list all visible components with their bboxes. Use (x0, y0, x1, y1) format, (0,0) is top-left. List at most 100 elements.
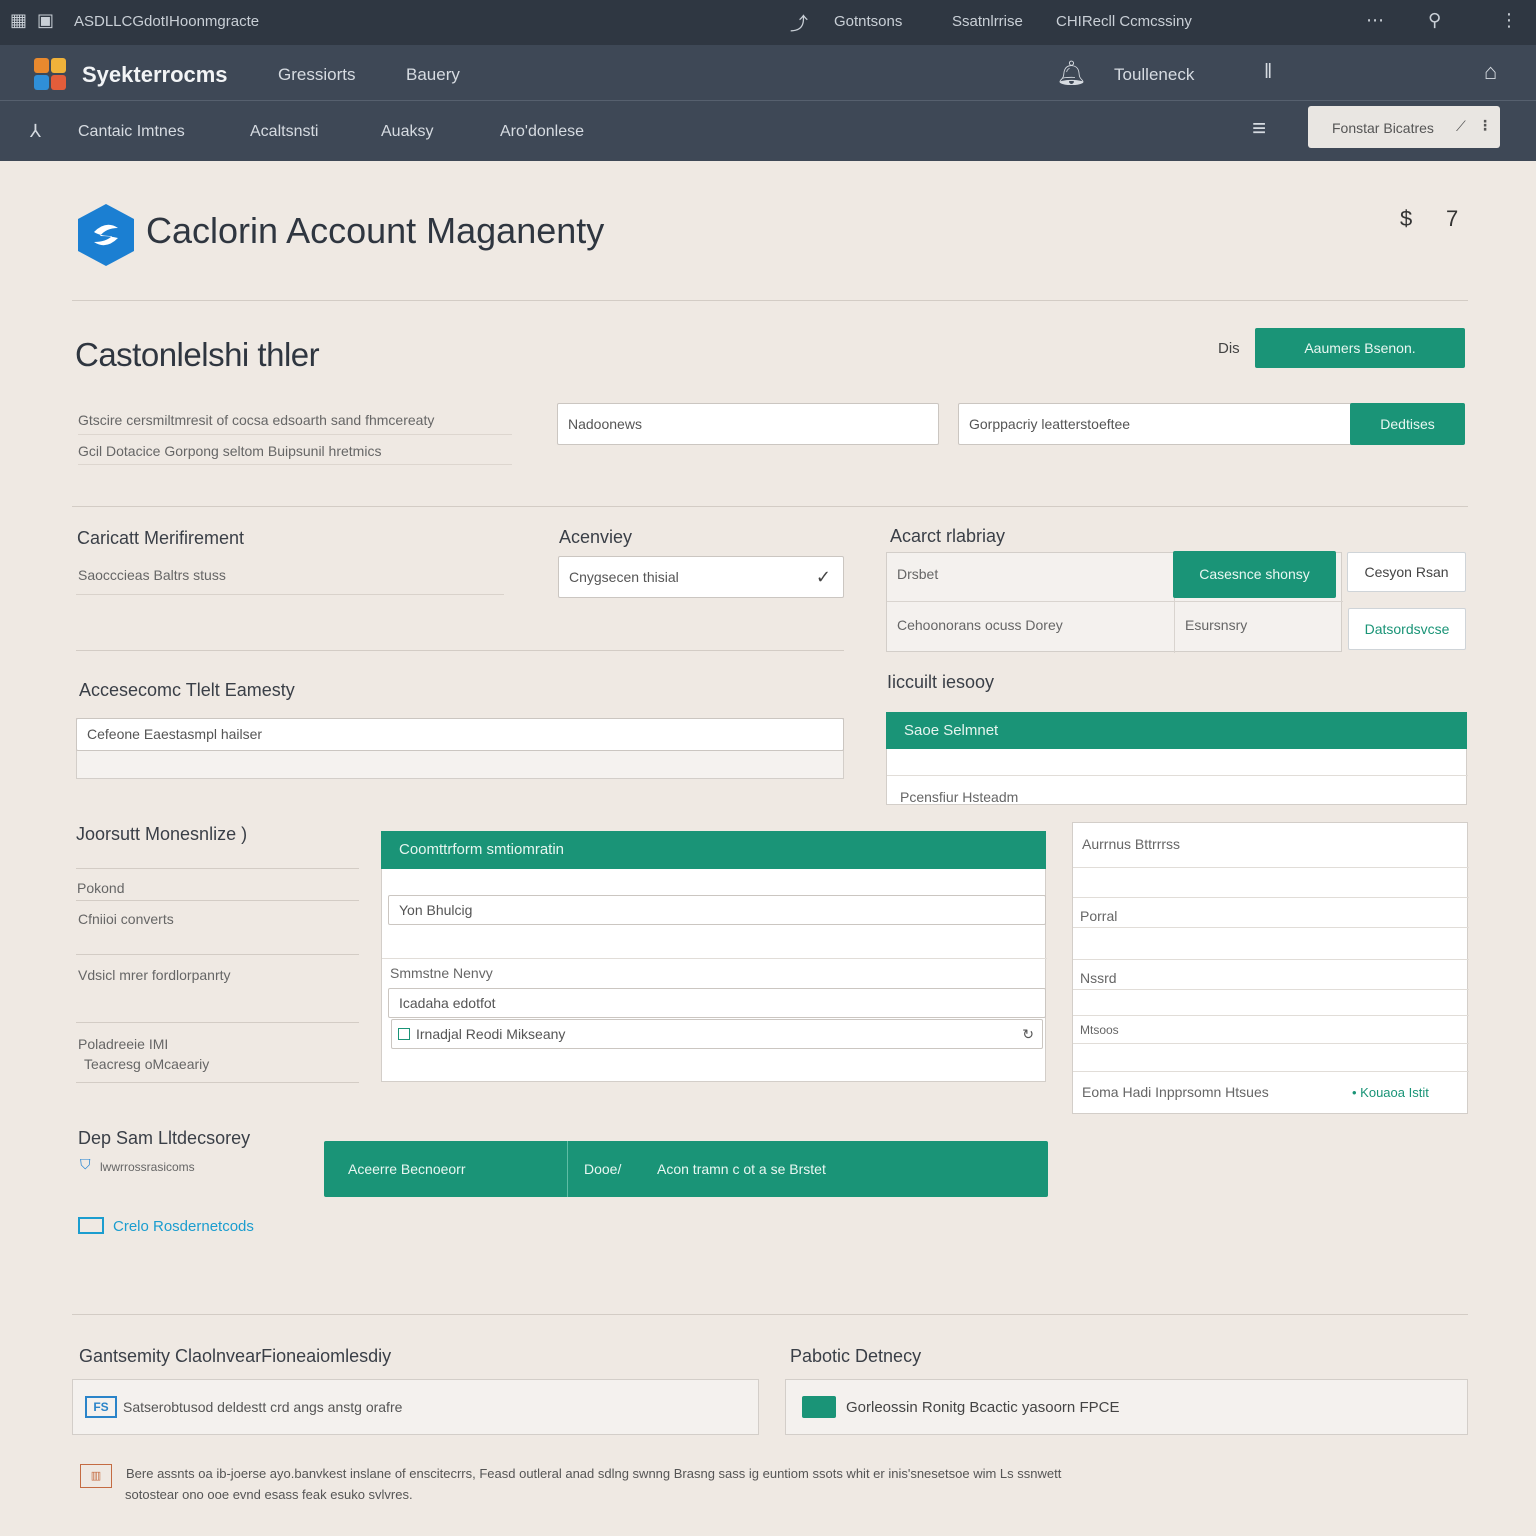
divider (76, 1082, 359, 1083)
notify-label[interactable]: Toulleneck (1114, 65, 1194, 85)
section3-right-head[interactable]: Saoe Selmnet (886, 712, 1467, 749)
dis-label: Dis (1218, 340, 1240, 357)
checkbox-icon[interactable] (398, 1028, 410, 1040)
more-vertical-icon[interactable]: ⋮ (1500, 10, 1518, 31)
kebab-icon[interactable]: ⋮ (1478, 117, 1492, 134)
table-cell-r1c3[interactable]: Cesyon Rsan (1347, 552, 1466, 592)
action-bar-right[interactable]: Acon tramn c ot a se Brstet (657, 1161, 826, 1177)
lock-icon[interactable]: ⌂ (1484, 59, 1497, 85)
section3-right-title: Iiccuilt iesooy (887, 672, 995, 692)
action-bar: Aceerre Becnoeorr Dooe/ Acon tramn c ot … (324, 1141, 1048, 1197)
chevron-down-icon: ✓ (815, 567, 831, 587)
left-list-item-5[interactable]: Teacresg oMcaeariy (84, 1056, 209, 1072)
share-icon[interactable]: ⤴ (790, 10, 808, 36)
os-title-bar: ▦ ▣ ASDLLCGdotIHoonmgracte ⤴ Gotntsons S… (0, 0, 1536, 45)
top-select[interactable]: Fonstar Bicatres ⟋ ⋮ (1308, 106, 1500, 148)
section5-sub: lwwrrossrasicoms (100, 1160, 195, 1174)
table-cell-r2c2: Esursnsry (1185, 617, 1248, 633)
shield-small-icon: ⛉ (80, 1156, 91, 1172)
divider (72, 300, 1468, 301)
home-icon[interactable]: ⅄ (30, 121, 41, 142)
divider (72, 506, 1468, 507)
section1-desc-2: Gcil Dotacice Gorpong seltom Buipsunil h… (78, 443, 382, 459)
section1-title: Castonlelshi thler (75, 336, 320, 373)
divider (72, 1314, 1468, 1315)
right-info-row-1: Porral (1080, 908, 1118, 924)
center-form-label: Smmstne Nenvy (390, 965, 493, 981)
nav-item-3[interactable]: Auaksy (381, 123, 433, 141)
search-icon[interactable]: ⚲ (1428, 10, 1441, 31)
pin-icon[interactable]: ǁ (1264, 61, 1272, 84)
right-info-footer: Eoma Hadi Inpprsomn Htsues (1082, 1084, 1269, 1100)
page-title: Caclorin Account Maganenty (146, 210, 605, 251)
divider (76, 650, 844, 651)
divider (76, 868, 359, 869)
menu-icon[interactable]: ≡ (1252, 115, 1266, 143)
brand-logo-icon (34, 58, 68, 92)
company-input[interactable]: Gorppacriy leatterstoeftee (958, 403, 1352, 445)
left-list-item-2[interactable]: Cfniioi converts (78, 911, 174, 927)
details-button[interactable]: Dedtises (1350, 403, 1465, 445)
refresh-icon[interactable]: ↻ (1022, 1020, 1034, 1048)
footer-right-box: Gorleossin Ronitg Bcactic yasoorn FPCE (785, 1379, 1468, 1435)
dollar-icon[interactable]: $ (1400, 206, 1412, 232)
footer-right-title: Pabotic Detnecy (790, 1346, 922, 1366)
left-list-item-1[interactable]: Pokond (77, 880, 124, 896)
divider (76, 954, 359, 955)
bell-icon[interactable]: 🔔︎ (1056, 59, 1086, 88)
section3-left-title: Accesecomc Tlelt Eamesty (79, 680, 295, 700)
nav-item-4[interactable]: Aro'donlese (500, 123, 584, 141)
section1-desc-1: Gtscire cersmiltmresit of cocsa edsoarth… (78, 412, 435, 428)
os-menu-item-3[interactable]: CHIRecll Ccmcssiny (1056, 13, 1192, 30)
left-list-item-4[interactable]: Poladreeie IMI (78, 1036, 168, 1052)
footer-left-text: Satserobtusod deldestt crd angs anstg or… (123, 1399, 403, 1415)
nav-item-1[interactable]: Cantaic Imtnes (78, 123, 185, 141)
center-input-2[interactable]: Icadaha edotfot (388, 988, 1046, 1018)
green-badge-icon (802, 1396, 836, 1418)
activity-select-value: Cnygsecen thisial (569, 569, 679, 585)
header-nav-2[interactable]: Bauery (406, 65, 460, 85)
divider (78, 464, 512, 465)
right-info-row-3: Mtsoos (1080, 1023, 1119, 1037)
footer-right-text: Gorleossin Ronitg Bcactic yasoorn FPCE (846, 1399, 1120, 1416)
app-header: Syekterrocms Gressiorts Bauery 🔔︎ Toulle… (0, 45, 1536, 101)
action-bar-left[interactable]: Aceerre Becnoeorr (348, 1161, 466, 1177)
section3-right-row: Pcensfiur Hsteadm (900, 789, 1019, 805)
right-info-head: Aurrnus Bttrrrss (1082, 836, 1181, 852)
section3-left-input[interactable]: Cefeone Eaestasmpl hailser (76, 718, 844, 751)
center-input-1[interactable]: Yon Bhulcig (388, 895, 1046, 925)
center-form-head: Coomttrform smtiomratin (381, 831, 1046, 869)
os-menu-item-1[interactable]: Gotntsons (834, 13, 902, 30)
more-horizontal-icon[interactable]: ⋯ (1366, 10, 1384, 31)
calendar-icon[interactable]: 7 (1446, 206, 1458, 232)
section2-left-sub: Saocccieas Baltrs stuss (78, 567, 226, 583)
footer-note-2: sotostear ono ooe evnd esass feak esuko … (125, 1487, 413, 1502)
right-info-link[interactable]: • Kouaoa Istit (1352, 1085, 1429, 1100)
footer-note-1: Bere assnts oa ib-joerse ayo.banvkest in… (126, 1466, 1062, 1481)
name-input[interactable]: Nadoonews (557, 403, 939, 445)
primary-action-button[interactable]: Aaumers Bsenon. (1255, 328, 1465, 368)
edit-icon: ⟋ (1456, 118, 1466, 134)
nav-item-2[interactable]: Acaltsnsti (250, 123, 318, 141)
section5-title: Dep Sam Lltdecsorey (78, 1128, 251, 1148)
center-input-3[interactable]: Irnadjal Reodi Mikseany ↻ (391, 1019, 1043, 1049)
left-list-item-3[interactable]: Vdsicl mrer fordlorpanrty (78, 967, 231, 983)
os-menu-item-2[interactable]: Ssatnlrrise (952, 13, 1023, 30)
section5-link[interactable]: Crelo Rosdernetcods (113, 1218, 254, 1235)
header-nav-1[interactable]: Gressiorts (278, 65, 355, 85)
table-cell-r2c3[interactable]: Datsordsvcse (1348, 608, 1466, 650)
image-icon: ▣ (37, 10, 55, 30)
action-bar-mid[interactable]: Dooe/ (584, 1161, 621, 1177)
shield-logo-icon (78, 204, 134, 266)
section4-left-title: Joorsutt Monesnlize ) (76, 824, 248, 844)
footer-left-title: Gantsemity ClaolnvearFioneaiomlesdiy (79, 1346, 392, 1366)
activity-select[interactable]: Cnygsecen thisial ✓ (558, 556, 844, 598)
table-cell-r1c2[interactable]: Casesnce shonsy (1173, 551, 1336, 598)
fps-icon: FS (85, 1396, 117, 1418)
window-icon[interactable]: ▦ (10, 10, 27, 31)
card-icon (78, 1217, 104, 1234)
brand-name[interactable]: Syekterrocms (82, 62, 228, 88)
divider (76, 1022, 359, 1023)
divider (76, 900, 359, 901)
divider (78, 434, 512, 435)
